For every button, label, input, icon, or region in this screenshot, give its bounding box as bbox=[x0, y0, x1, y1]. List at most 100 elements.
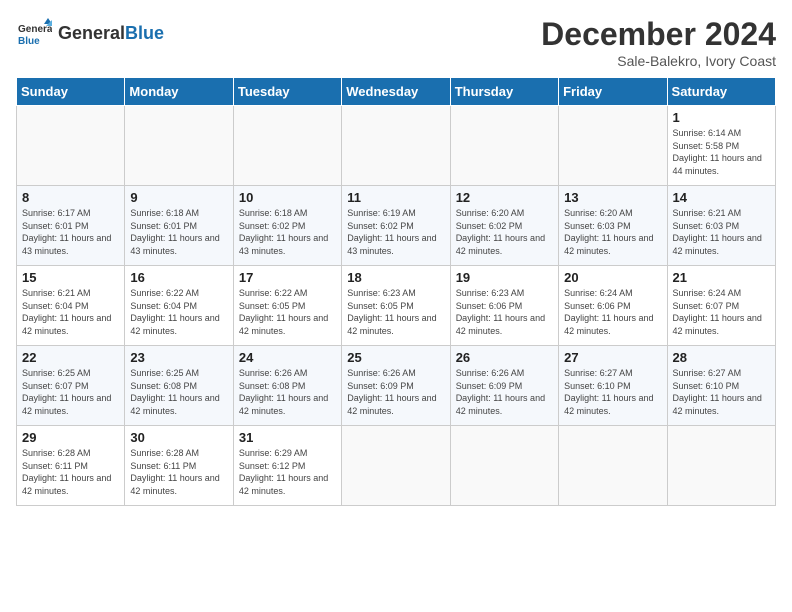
calendar-cell: 10 Sunrise: 6:18 AMSunset: 6:02 PMDayligh… bbox=[233, 186, 341, 266]
calendar-cell bbox=[450, 426, 558, 506]
day-number: 21 bbox=[673, 270, 770, 285]
day-info: Sunrise: 6:28 AMSunset: 6:11 PMDaylight:… bbox=[130, 447, 227, 497]
day-of-week-header: Wednesday bbox=[342, 78, 450, 106]
day-info: Sunrise: 6:22 AMSunset: 6:04 PMDaylight:… bbox=[130, 287, 227, 337]
calendar-cell bbox=[342, 426, 450, 506]
day-of-week-header: Sunday bbox=[17, 78, 125, 106]
day-info: Sunrise: 6:28 AMSunset: 6:11 PMDaylight:… bbox=[22, 447, 119, 497]
day-info: Sunrise: 6:29 AMSunset: 6:12 PMDaylight:… bbox=[239, 447, 336, 497]
calendar-cell: 9 Sunrise: 6:18 AMSunset: 6:01 PMDaylight… bbox=[125, 186, 233, 266]
day-number: 8 bbox=[22, 190, 119, 205]
day-of-week-header: Tuesday bbox=[233, 78, 341, 106]
day-number: 1 bbox=[673, 110, 770, 125]
calendar-cell: 16 Sunrise: 6:22 AMSunset: 6:04 PMDayligh… bbox=[125, 266, 233, 346]
calendar-cell: 23 Sunrise: 6:25 AMSunset: 6:08 PMDayligh… bbox=[125, 346, 233, 426]
calendar-cell: 1 Sunrise: 6:14 AMSunset: 5:58 PMDaylight… bbox=[667, 106, 775, 186]
calendar-week-row: 8 Sunrise: 6:17 AMSunset: 6:01 PMDaylight… bbox=[17, 186, 776, 266]
day-info: Sunrise: 6:18 AMSunset: 6:01 PMDaylight:… bbox=[130, 207, 227, 257]
calendar-cell bbox=[17, 106, 125, 186]
day-info: Sunrise: 6:26 AMSunset: 6:09 PMDaylight:… bbox=[347, 367, 444, 417]
title-block: December 2024 Sale-Balekro, Ivory Coast bbox=[541, 16, 776, 69]
calendar-cell: 27 Sunrise: 6:27 AMSunset: 6:10 PMDayligh… bbox=[559, 346, 667, 426]
day-info: Sunrise: 6:26 AMSunset: 6:09 PMDaylight:… bbox=[456, 367, 553, 417]
logo-general: General bbox=[58, 23, 125, 43]
calendar-cell: 12 Sunrise: 6:20 AMSunset: 6:02 PMDayligh… bbox=[450, 186, 558, 266]
day-of-week-header: Thursday bbox=[450, 78, 558, 106]
logo-text: GeneralBlue bbox=[58, 24, 164, 44]
day-info: Sunrise: 6:24 AMSunset: 6:07 PMDaylight:… bbox=[673, 287, 770, 337]
day-number: 11 bbox=[347, 190, 444, 205]
calendar-week-row: 15 Sunrise: 6:21 AMSunset: 6:04 PMDayligh… bbox=[17, 266, 776, 346]
day-number: 12 bbox=[456, 190, 553, 205]
day-info: Sunrise: 6:27 AMSunset: 6:10 PMDaylight:… bbox=[673, 367, 770, 417]
calendar-cell: 17Sunrise: 6:22 AMSunset: 6:05 PMDayligh… bbox=[233, 266, 341, 346]
calendar-cell bbox=[342, 106, 450, 186]
calendar-cell: 31 Sunrise: 6:29 AMSunset: 6:12 PMDayligh… bbox=[233, 426, 341, 506]
calendar-cell: 25 Sunrise: 6:26 AMSunset: 6:09 PMDayligh… bbox=[342, 346, 450, 426]
calendar-cell: 11 Sunrise: 6:19 AMSunset: 6:02 PMDayligh… bbox=[342, 186, 450, 266]
calendar-cell: 19 Sunrise: 6:23 AMSunset: 6:06 PMDayligh… bbox=[450, 266, 558, 346]
day-info: Sunrise: 6:18 AMSunset: 6:02 PMDaylight:… bbox=[239, 207, 336, 257]
calendar-cell bbox=[450, 106, 558, 186]
day-info: Sunrise: 6:21 AMSunset: 6:04 PMDaylight:… bbox=[22, 287, 119, 337]
day-number: 13 bbox=[564, 190, 661, 205]
calendar-cell: 24Sunrise: 6:26 AMSunset: 6:08 PMDayligh… bbox=[233, 346, 341, 426]
day-info: Sunrise: 6:27 AMSunset: 6:10 PMDaylight:… bbox=[564, 367, 661, 417]
calendar-cell: 28Sunrise: 6:27 AMSunset: 6:10 PMDayligh… bbox=[667, 346, 775, 426]
day-number: 18 bbox=[347, 270, 444, 285]
calendar-cell: 30 Sunrise: 6:28 AMSunset: 6:11 PMDayligh… bbox=[125, 426, 233, 506]
day-number: 17 bbox=[239, 270, 336, 285]
day-number: 26 bbox=[456, 350, 553, 365]
day-info: Sunrise: 6:17 AMSunset: 6:01 PMDaylight:… bbox=[22, 207, 119, 257]
calendar-table: SundayMondayTuesdayWednesdayThursdayFrid… bbox=[16, 77, 776, 506]
calendar-cell bbox=[125, 106, 233, 186]
day-info: Sunrise: 6:20 AMSunset: 6:03 PMDaylight:… bbox=[564, 207, 661, 257]
day-number: 20 bbox=[564, 270, 661, 285]
day-number: 19 bbox=[456, 270, 553, 285]
day-number: 29 bbox=[22, 430, 119, 445]
calendar-cell: 26 Sunrise: 6:26 AMSunset: 6:09 PMDayligh… bbox=[450, 346, 558, 426]
day-number: 31 bbox=[239, 430, 336, 445]
day-of-week-header: Friday bbox=[559, 78, 667, 106]
svg-text:Blue: Blue bbox=[18, 36, 40, 47]
day-info: Sunrise: 6:23 AMSunset: 6:06 PMDaylight:… bbox=[456, 287, 553, 337]
day-info: Sunrise: 6:23 AMSunset: 6:05 PMDaylight:… bbox=[347, 287, 444, 337]
calendar-cell bbox=[233, 106, 341, 186]
day-number: 10 bbox=[239, 190, 336, 205]
location: Sale-Balekro, Ivory Coast bbox=[541, 53, 776, 69]
logo-blue: Blue bbox=[125, 23, 164, 43]
calendar-cell: 22 Sunrise: 6:25 AMSunset: 6:07 PMDayligh… bbox=[17, 346, 125, 426]
calendar-cell: 18 Sunrise: 6:23 AMSunset: 6:05 PMDayligh… bbox=[342, 266, 450, 346]
day-number: 22 bbox=[22, 350, 119, 365]
day-info: Sunrise: 6:25 AMSunset: 6:08 PMDaylight:… bbox=[130, 367, 227, 417]
day-info: Sunrise: 6:25 AMSunset: 6:07 PMDaylight:… bbox=[22, 367, 119, 417]
calendar-cell: 15 Sunrise: 6:21 AMSunset: 6:04 PMDayligh… bbox=[17, 266, 125, 346]
day-info: Sunrise: 6:26 AMSunset: 6:08 PMDaylight:… bbox=[239, 367, 336, 417]
calendar-cell: 29 Sunrise: 6:28 AMSunset: 6:11 PMDayligh… bbox=[17, 426, 125, 506]
calendar-week-row: 29 Sunrise: 6:28 AMSunset: 6:11 PMDayligh… bbox=[17, 426, 776, 506]
logo-icon: General Blue bbox=[16, 16, 52, 52]
day-number: 27 bbox=[564, 350, 661, 365]
day-number: 15 bbox=[22, 270, 119, 285]
day-number: 23 bbox=[130, 350, 227, 365]
day-number: 14 bbox=[673, 190, 770, 205]
calendar-week-row: 1 Sunrise: 6:14 AMSunset: 5:58 PMDaylight… bbox=[17, 106, 776, 186]
day-number: 16 bbox=[130, 270, 227, 285]
calendar-cell bbox=[667, 426, 775, 506]
day-number: 9 bbox=[130, 190, 227, 205]
calendar-cell bbox=[559, 426, 667, 506]
day-number: 25 bbox=[347, 350, 444, 365]
day-info: Sunrise: 6:20 AMSunset: 6:02 PMDaylight:… bbox=[456, 207, 553, 257]
page-header: General Blue GeneralBlue December 2024 S… bbox=[16, 16, 776, 69]
month-year: December 2024 bbox=[541, 16, 776, 53]
calendar-cell: 20Sunrise: 6:24 AMSunset: 6:06 PMDayligh… bbox=[559, 266, 667, 346]
calendar-week-row: 22 Sunrise: 6:25 AMSunset: 6:07 PMDayligh… bbox=[17, 346, 776, 426]
day-info: Sunrise: 6:19 AMSunset: 6:02 PMDaylight:… bbox=[347, 207, 444, 257]
calendar-cell bbox=[559, 106, 667, 186]
day-info: Sunrise: 6:21 AMSunset: 6:03 PMDaylight:… bbox=[673, 207, 770, 257]
day-info: Sunrise: 6:14 AMSunset: 5:58 PMDaylight:… bbox=[673, 127, 770, 177]
calendar-cell: 14 Sunrise: 6:21 AMSunset: 6:03 PMDayligh… bbox=[667, 186, 775, 266]
logo: General Blue GeneralBlue bbox=[16, 16, 164, 52]
calendar-cell: 8 Sunrise: 6:17 AMSunset: 6:01 PMDaylight… bbox=[17, 186, 125, 266]
day-number: 30 bbox=[130, 430, 227, 445]
